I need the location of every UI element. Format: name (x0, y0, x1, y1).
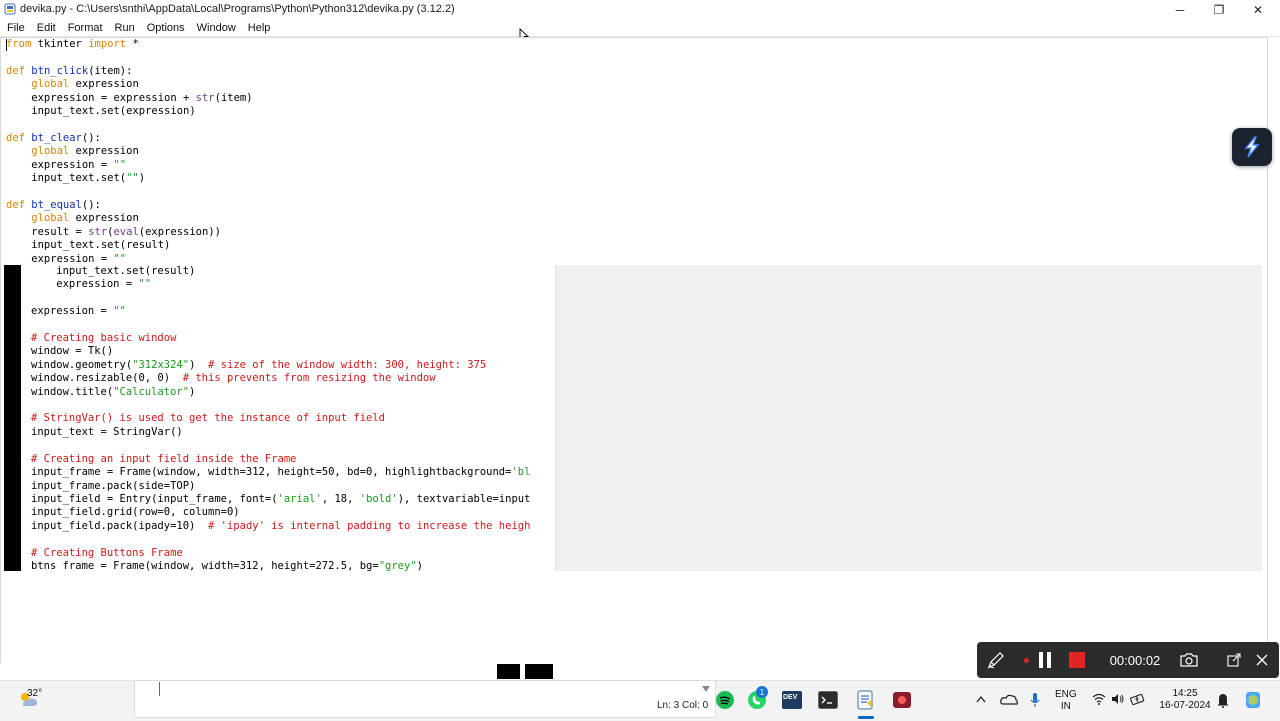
dropdown-arrow-icon (702, 686, 710, 692)
maximize-icon: ❐ (1213, 3, 1225, 17)
screenshot-button[interactable] (1178, 642, 1200, 678)
bolt-icon (1244, 136, 1260, 158)
idle-app[interactable] (853, 688, 877, 712)
close-icon: ✕ (1252, 3, 1264, 17)
close-button[interactable]: ✕ (1238, 0, 1278, 20)
menu-run[interactable]: Run (110, 22, 140, 34)
recorder-icon (893, 692, 911, 708)
stop-icon (1069, 652, 1085, 668)
lang-line-2: IN (1060, 701, 1071, 712)
menu-options[interactable]: Options (142, 22, 190, 34)
wifi-icon[interactable] (1092, 693, 1106, 705)
dev-app[interactable]: DEV (780, 688, 804, 712)
pause-button[interactable] (1035, 642, 1055, 678)
recording-dot (1021, 642, 1031, 678)
whatsapp-badge: 1 (756, 686, 768, 698)
text-caret (6, 39, 7, 51)
menu-format[interactable]: Format (63, 22, 108, 34)
minimize-button[interactable]: ─ (1160, 0, 1200, 20)
black-block-1 (497, 664, 520, 679)
onedrive-icon[interactable] (1000, 692, 1018, 706)
pause-icon (1039, 652, 1051, 668)
expand-icon (1227, 653, 1241, 667)
active-app-indicator (858, 716, 874, 719)
terminal-app[interactable] (816, 688, 840, 712)
overlay-code-panel: input_text.set(result) expression = "" e… (4, 265, 556, 571)
mic-icon[interactable] (1030, 692, 1040, 708)
close-icon (1256, 654, 1268, 666)
clock-time: 14:25 (1172, 688, 1198, 699)
spotify-icon (716, 691, 734, 709)
app-icon (4, 3, 16, 15)
recorder-app[interactable] (890, 688, 914, 712)
code-text: from tkinter import * def btn_click(item… (6, 38, 253, 265)
menu-file[interactable]: File (2, 22, 30, 34)
notification-icon[interactable] (1216, 692, 1230, 708)
maximize-button[interactable]: ❐ (1199, 0, 1239, 20)
copilot-icon[interactable] (1243, 690, 1263, 710)
search-box[interactable] (134, 680, 716, 718)
terminal-icon (818, 691, 838, 709)
overlay-gutter (4, 265, 21, 571)
dev-label: DEV (783, 694, 798, 701)
menu-edit[interactable]: Edit (32, 22, 61, 34)
black-block-2 (525, 664, 553, 679)
search-input[interactable] (159, 682, 690, 696)
weather-temp: 32° (27, 688, 43, 699)
screen-recorder-toolbar: 00:00:02 (977, 642, 1279, 678)
dev-icon: DEV (782, 691, 802, 709)
idle-icon (857, 690, 873, 710)
recording-timer: 00:00:02 (1109, 652, 1161, 668)
pen-icon (987, 652, 1004, 669)
chevron-up-icon[interactable] (976, 695, 986, 703)
line-col-indicator: Ln: 3 Col: 0 (657, 700, 709, 711)
close-recorder-button[interactable] (1251, 642, 1273, 678)
clock[interactable]: 14:25 16-07-2024 (1158, 688, 1212, 712)
language-indicator[interactable]: ENG IN (1055, 689, 1077, 713)
record-dot-icon (1023, 657, 1029, 663)
expand-button[interactable] (1223, 642, 1245, 678)
window-title: devika.py - C:\Users\snthi\AppData\Local… (20, 3, 455, 15)
overlay-code-text: input_text.set(result) expression = "" e… (31, 265, 531, 571)
spotify-app[interactable] (713, 688, 737, 712)
clock-date: 16-07-2024 (1159, 700, 1211, 711)
battery-icon[interactable] (1130, 692, 1146, 706)
lang-line-1: ENG (1055, 689, 1077, 700)
menu-help[interactable]: Help (243, 22, 276, 34)
speaker-icon[interactable] (1111, 693, 1125, 705)
title-bar: devika.py - C:\Users\snthi\AppData\Local… (0, 0, 1280, 20)
annotate-button[interactable] (983, 642, 1009, 678)
camera-icon (1180, 653, 1198, 667)
menu-bar: File Edit Format Run Options Window Help (0, 20, 1280, 37)
minimize-icon: ─ (1175, 3, 1185, 17)
stop-button[interactable] (1067, 642, 1087, 678)
grey-panel (556, 265, 1262, 571)
menu-window[interactable]: Window (192, 22, 241, 34)
floating-app-widget[interactable] (1232, 128, 1272, 166)
